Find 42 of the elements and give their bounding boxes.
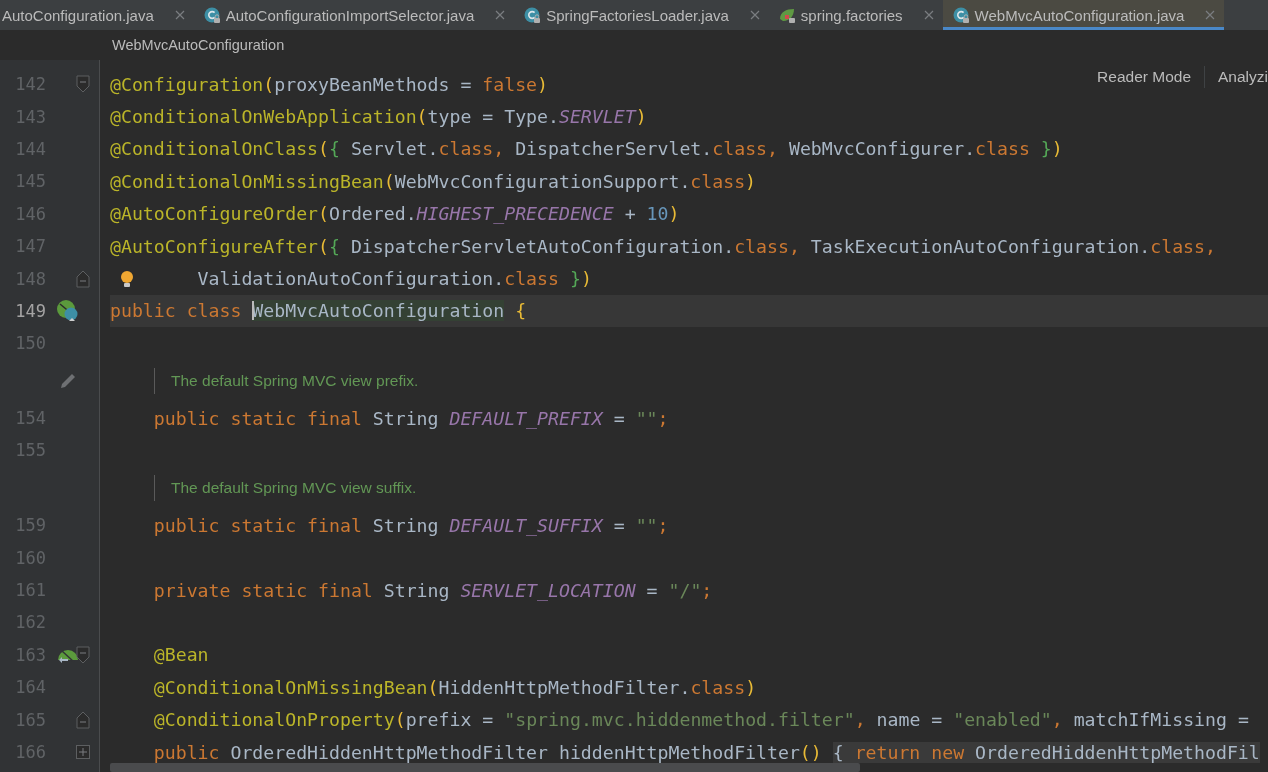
code-line: @ConditionalOnMissingBean(WebMvcConfigurationSupport.class) xyxy=(110,170,757,192)
editor-tab[interactable]: spring.factories xyxy=(768,0,943,30)
editor-tab[interactable]: WebMvcAutoConfiguration.java xyxy=(942,0,1225,30)
leaf-icon xyxy=(778,7,795,23)
code-line: @ConditionalOnMissingBean(HiddenHttpMethodFilter.class) xyxy=(153,676,757,698)
breadcrumb[interactable]: WebMvcAutoConfiguration xyxy=(112,37,285,53)
close-icon[interactable] xyxy=(922,9,935,21)
close-icon[interactable] xyxy=(173,9,186,21)
code-line: private static final String SERVLET_LOCATION = "/"; xyxy=(153,579,713,601)
code-line: @Bean xyxy=(153,644,209,666)
editor-tab[interactable]: AutoConfiguration.java xyxy=(0,0,194,30)
close-icon[interactable] xyxy=(1204,9,1217,21)
fold-icon xyxy=(76,710,90,729)
expand-icon xyxy=(76,745,90,759)
doc-comment: The default Spring MVC view prefix. xyxy=(154,367,419,394)
code-line: @AutoConfigureOrder(Ordered.HIGHEST_PRECEDENCE + 10) xyxy=(110,203,680,225)
close-icon[interactable] xyxy=(748,9,761,21)
code-line: public OrderedHiddenHttpMethodFilter hiddenHttpMethodFilter() { return new OrderedHiddenHttpMethodFil xyxy=(153,741,1260,763)
doc-comment: The default Spring MVC view suffix. xyxy=(154,474,417,501)
close-icon[interactable] xyxy=(494,9,507,21)
code-line: @ConditionalOnClass({ Servlet.class, DispatcherServlet.class, WebMvcConfigurer.class }) xyxy=(110,138,1063,160)
editor-tab[interactable]: AutoConfigurationImportSelector.java xyxy=(193,0,515,30)
code-line: ValidationAutoConfiguration.class }) xyxy=(197,268,592,290)
fold-icon xyxy=(76,645,90,664)
class-icon xyxy=(524,7,541,23)
class-icon xyxy=(952,7,969,23)
fold-icon xyxy=(76,75,90,94)
editor-tab[interactable]: SpringFactoriesLoader.java xyxy=(514,0,769,30)
editor-action-link[interactable]: Analyzi xyxy=(1218,68,1268,86)
fold-icon xyxy=(76,269,90,288)
class-icon xyxy=(203,7,220,23)
editor-action-link[interactable]: Reader Mode xyxy=(1097,68,1192,86)
code-line: public static final String DEFAULT_SUFFIX = ""; xyxy=(153,514,669,536)
code-line: @ConditionalOnProperty(prefix = "spring.mvc.hiddenmethod.filter", name = "enabled", matchIfMissing = xyxy=(153,709,1249,731)
code-line: @ConditionalOnWebApplication(type = Type.SERVLET) xyxy=(110,106,647,128)
line-number: 149 xyxy=(15,300,46,321)
pencil-icon xyxy=(59,371,77,390)
code-line: public class WebMvcAutoConfiguration { xyxy=(110,300,527,322)
code-line: public static final String DEFAULT_PREFIX = ""; xyxy=(153,407,669,429)
bean-icon xyxy=(56,298,80,323)
code-line: @AutoConfigureAfter({ DispatcherServletAutoConfiguration.class, TaskExecutionAutoConfiguration.class, xyxy=(110,235,1216,257)
code-line: @Configuration(proxyBeanMethods = false) xyxy=(110,73,548,95)
